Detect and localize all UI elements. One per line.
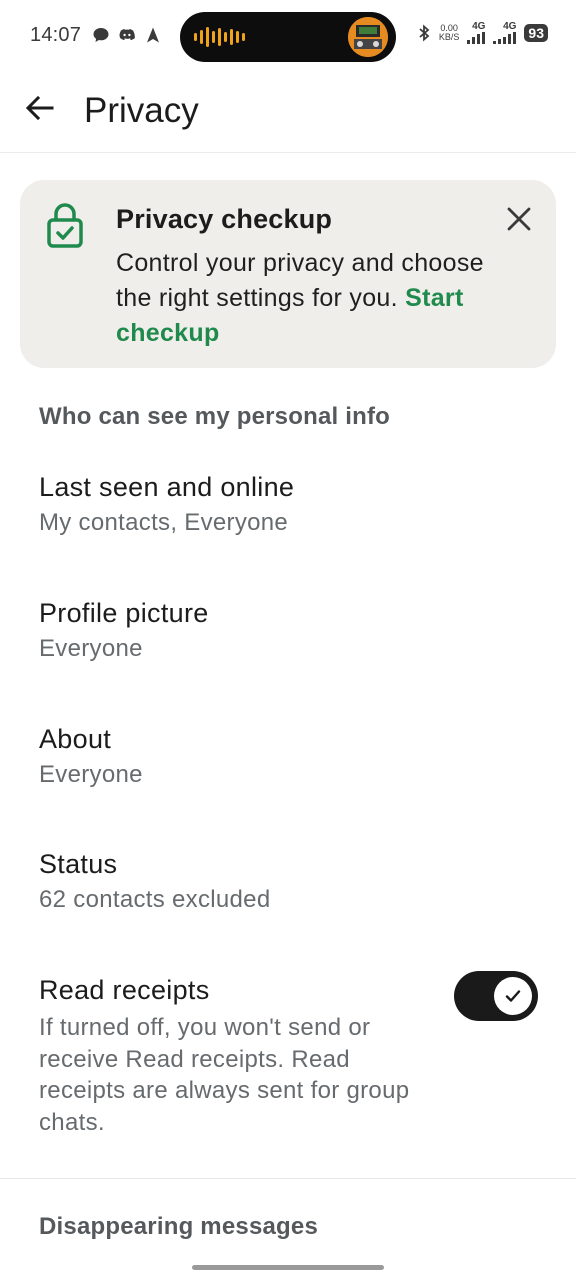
navigation-arrow-icon [147, 27, 159, 43]
section-header-disappearing-messages: Disappearing messages [39, 1213, 318, 1240]
sim2-signal: 4G [493, 21, 517, 44]
audio-waveform-icon [194, 27, 245, 47]
section-divider [0, 1178, 576, 1179]
setting-title: Last seen and online [39, 472, 295, 502]
dynamic-island[interactable] [180, 12, 396, 62]
read-receipts-toggle[interactable] [454, 971, 538, 1021]
section-header-personal-info: Who can see my personal info [39, 403, 391, 430]
home-indicator[interactable] [192, 1265, 384, 1270]
network-speed: 0.00 KB/S [439, 24, 460, 42]
network-speed-unit: KB/S [438, 32, 460, 42]
status-bar: 14:07 0.00 KB/S 4G 4G 93 [0, 0, 576, 72]
lock-check-icon [47, 203, 83, 248]
sim2-network-type: 4G [503, 21, 517, 32]
chat-bubble-icon [93, 28, 109, 42]
setting-read-receipts[interactable]: Read receipts If turned off, you won't s… [0, 971, 576, 1145]
system-indicators: 0.00 KB/S 4G 4G 93 [417, 22, 548, 44]
sim1-signal: 4G [467, 21, 486, 44]
media-thumbnail [348, 17, 388, 57]
setting-value: Everyone [39, 635, 143, 662]
battery-level: 93 [524, 24, 548, 42]
app-bar: Privacy [0, 72, 576, 153]
toggle-knob [494, 977, 532, 1015]
bluetooth-icon [419, 24, 430, 42]
setting-value: Everyone [39, 761, 143, 788]
setting-title: Read receipts [39, 975, 210, 1005]
setting-status[interactable]: Status 62 contacts excluded [0, 849, 576, 939]
setting-description: If turned off, you won't send or receive… [39, 1014, 410, 1136]
setting-title: About [39, 724, 112, 754]
checkup-description: Control your privacy and choose the righ… [116, 246, 526, 351]
clock: 14:07 [30, 24, 82, 46]
page-title: Privacy [84, 91, 199, 130]
setting-value: My contacts, Everyone [39, 509, 289, 536]
setting-title: Status [39, 849, 118, 879]
sim1-network-type: 4G [472, 21, 486, 32]
checkup-title: Privacy checkup [116, 204, 333, 234]
notification-icons [92, 26, 162, 44]
discord-icon [119, 29, 135, 41]
privacy-settings-screen: 14:07 0.00 KB/S 4G 4G 93 Privacy Privacy… [0, 0, 576, 1280]
setting-about[interactable]: About Everyone [0, 724, 576, 814]
setting-title: Profile picture [39, 598, 209, 628]
signal-bars-icon [493, 32, 517, 44]
arrow-left-icon[interactable] [22, 90, 58, 126]
setting-profile-picture[interactable]: Profile picture Everyone [0, 598, 576, 688]
close-icon[interactable] [504, 204, 534, 234]
setting-value: 62 contacts excluded [39, 886, 271, 913]
setting-last-seen-online[interactable]: Last seen and online My contacts, Everyo… [0, 472, 576, 562]
signal-bars-icon [467, 32, 486, 44]
privacy-checkup-card[interactable]: Privacy checkup Control your privacy and… [20, 180, 556, 368]
check-icon [505, 990, 521, 1002]
